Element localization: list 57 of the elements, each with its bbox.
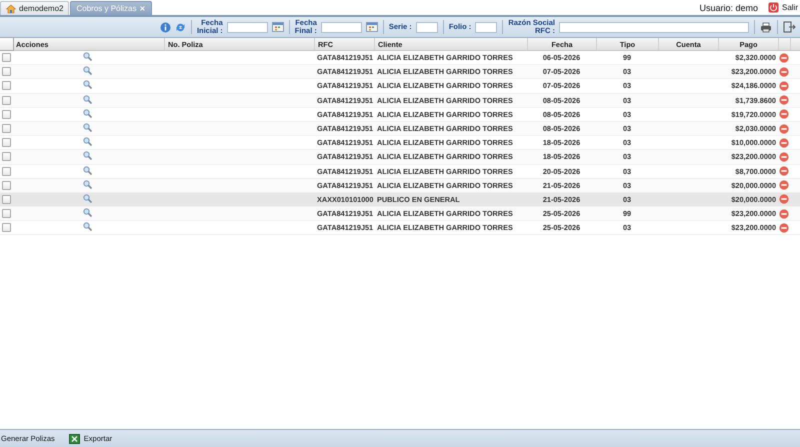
search-icon[interactable] [83,108,92,118]
calendar-icon[interactable] [272,22,284,32]
search-icon[interactable] [83,52,92,62]
search-icon[interactable] [83,208,92,218]
delete-icon[interactable] [779,180,789,190]
search-icon[interactable] [83,166,92,175]
checkbox[interactable] [2,180,11,190]
power-icon [768,2,779,13]
delete-icon[interactable] [779,109,789,120]
search-icon[interactable] [83,180,92,189]
checkbox[interactable] [2,223,11,232]
delete-icon[interactable] [779,194,789,204]
checkbox[interactable] [2,53,11,62]
search-icon[interactable] [83,80,92,90]
search-icon[interactable] [83,151,92,160]
house-icon [6,4,16,14]
checkbox[interactable] [2,67,11,76]
printer-icon[interactable] [760,22,772,32]
delete-icon[interactable] [779,138,789,148]
delete-icon[interactable] [779,152,789,162]
search-icon[interactable] [83,222,92,232]
input-field[interactable] [559,22,749,32]
search-icon[interactable] [83,137,92,146]
checkbox[interactable] [0,37,14,51]
search-icon[interactable] [83,94,92,104]
logout-button[interactable]: Salir [768,2,798,13]
checkbox[interactable] [2,194,11,204]
checkbox[interactable] [2,152,11,162]
delete-icon[interactable] [779,66,789,77]
delete-icon[interactable] [779,52,789,63]
checkbox[interactable] [2,138,11,148]
delete-icon[interactable] [779,95,789,106]
delete-icon[interactable] [779,80,789,91]
spreadsheet-icon [68,434,80,444]
checkbox[interactable] [2,124,11,134]
search-icon[interactable] [83,66,92,76]
checkbox[interactable] [2,81,11,90]
delete-icon[interactable] [779,208,789,219]
door-exit-icon[interactable] [783,21,796,33]
checkbox[interactable] [2,209,11,218]
search-icon[interactable] [83,123,92,132]
calendar-icon[interactable] [366,22,378,32]
tab[interactable]: demodemo2 [0,1,70,15]
delete-icon[interactable] [779,124,789,134]
checkbox[interactable] [2,166,11,176]
input-field[interactable] [320,22,362,32]
refresh-icon[interactable] [174,22,186,32]
user-label: Usuario: demo [699,2,758,12]
input-field[interactable] [226,22,268,32]
input-field[interactable] [416,22,438,32]
search-icon[interactable] [83,194,92,203]
input-field[interactable] [475,22,498,32]
delete-icon[interactable] [779,166,789,176]
delete-icon[interactable] [779,222,789,233]
checkbox[interactable] [2,96,11,105]
info-icon[interactable] [160,22,171,32]
checkbox[interactable] [2,110,11,119]
